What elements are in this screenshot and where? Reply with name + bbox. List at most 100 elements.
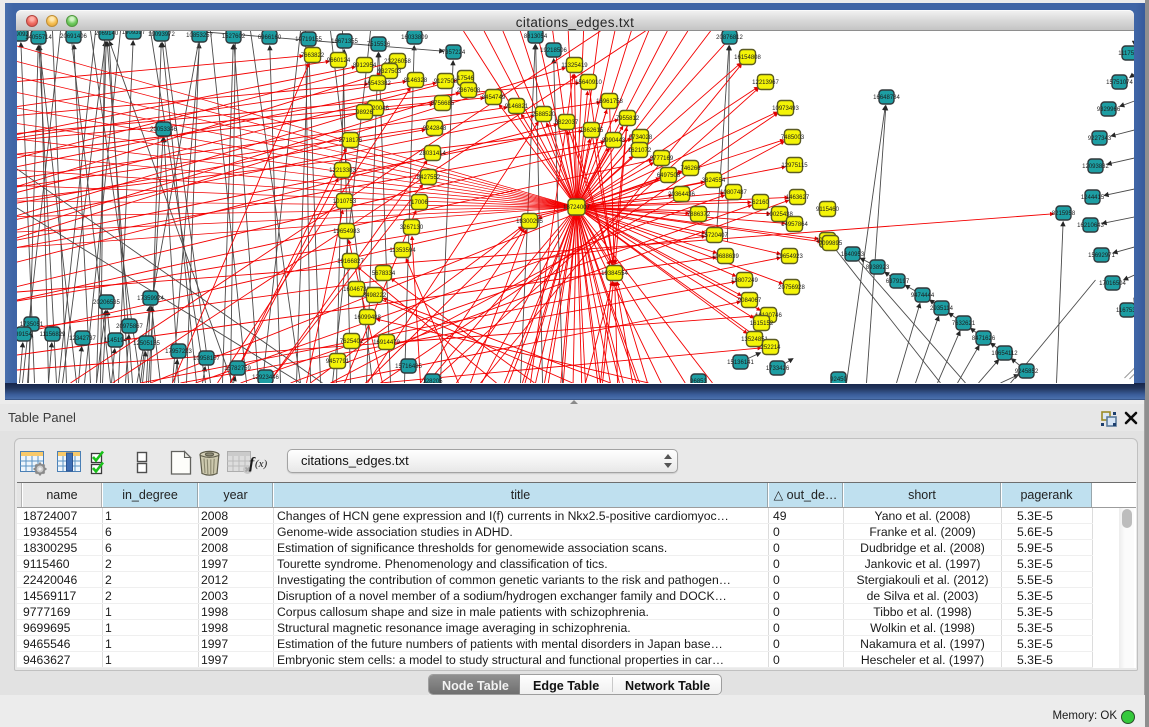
svg-text:16154808: 16154808 [734, 55, 761, 61]
svg-text:7515536: 7515536 [366, 42, 390, 48]
svg-text:(x): (x) [255, 458, 268, 470]
svg-text:7625402: 7625402 [339, 339, 363, 345]
svg-text:2718176: 2718176 [338, 138, 362, 144]
svg-text:14957864: 14957864 [781, 222, 808, 228]
svg-text:20364436: 20364436 [668, 192, 695, 198]
svg-text:11156829: 11156829 [39, 332, 65, 338]
svg-text:28031414: 28031414 [419, 151, 446, 157]
svg-text:1733426: 1733426 [765, 366, 789, 372]
svg-text:7632621: 7632621 [951, 321, 975, 327]
svg-text:8427552: 8427552 [416, 175, 440, 181]
svg-text:8215958: 8215958 [1051, 211, 1075, 217]
svg-text:1621072: 1621072 [627, 148, 651, 154]
svg-text:98926: 98926 [356, 110, 373, 116]
svg-text:1463627: 1463627 [785, 195, 809, 201]
svg-text:20876812: 20876812 [716, 35, 743, 41]
svg-text:16961758: 16961758 [596, 99, 623, 105]
svg-text:14055714: 14055714 [25, 35, 52, 41]
svg-text:9457791: 9457791 [325, 359, 349, 365]
svg-text:16033809: 16033809 [401, 35, 428, 41]
svg-text:10688639: 10688639 [712, 254, 739, 260]
svg-text:1167533: 1167533 [1116, 308, 1134, 314]
svg-text:1909397: 1909397 [121, 31, 145, 36]
svg-text:2935114: 2935114 [930, 306, 954, 312]
svg-text:20691406: 20691406 [60, 34, 87, 40]
svg-text:9777169: 9777169 [649, 156, 673, 162]
svg-text:8813054: 8813054 [523, 34, 547, 40]
svg-text:12213383: 12213383 [329, 168, 356, 174]
svg-text:7886372: 7886372 [686, 212, 710, 218]
svg-text:1615152: 1615152 [749, 321, 773, 327]
svg-text:1527602: 1527602 [221, 34, 245, 40]
svg-text:9327503: 9327503 [377, 69, 401, 75]
svg-text:19384554: 19384554 [601, 271, 628, 277]
svg-text:17546: 17546 [457, 76, 474, 82]
svg-text:15751074: 15751074 [1106, 80, 1133, 86]
svg-text:16782759: 16782759 [224, 366, 251, 372]
svg-text:12975115: 12975115 [781, 163, 808, 169]
svg-text:39154: 39154 [17, 332, 33, 338]
svg-text:19654983: 19654983 [333, 229, 360, 235]
svg-text:1117533: 1117533 [1118, 51, 1134, 57]
svg-text:8471626: 8471626 [971, 336, 995, 342]
svg-text:3498222: 3498222 [362, 293, 386, 299]
svg-text:10719155: 10719155 [295, 37, 322, 43]
svg-text:16099488: 16099488 [354, 315, 381, 321]
svg-text:9115460: 9115460 [816, 207, 840, 213]
svg-text:17359924: 17359924 [137, 296, 164, 302]
svg-text:9660124: 9660124 [326, 58, 350, 64]
svg-text:17016504: 17016504 [1099, 281, 1126, 287]
svg-text:10807487: 10807487 [720, 190, 747, 196]
svg-text:10654112: 10654112 [991, 351, 1018, 357]
svg-text:16671355: 16671355 [331, 39, 358, 45]
svg-text:7485003: 7485003 [780, 135, 804, 141]
svg-text:20756928: 20756928 [778, 285, 805, 291]
svg-text:18300295: 18300295 [516, 219, 543, 225]
svg-text:8912954: 8912954 [352, 63, 376, 69]
svg-text:9242848: 9242848 [422, 126, 446, 132]
svg-text:12505135: 12505135 [133, 341, 160, 347]
svg-text:9084067: 9084067 [737, 298, 761, 304]
svg-text:10958107: 10958107 [193, 356, 220, 362]
svg-text:252214: 252214 [760, 345, 781, 351]
svg-text:10973493: 10973493 [772, 106, 799, 112]
svg-text:9146821: 9146821 [504, 104, 528, 110]
svg-text:12342737: 12342737 [69, 336, 96, 342]
svg-text:12213967: 12213967 [752, 80, 779, 86]
svg-text:92450: 92450 [830, 377, 847, 383]
svg-text:20206535: 20206535 [93, 300, 120, 306]
svg-text:20053346: 20053346 [150, 127, 177, 133]
svg-text:1010753: 1010753 [332, 199, 356, 205]
svg-text:19166827: 19166827 [337, 259, 364, 265]
svg-text:12923446: 12923446 [252, 375, 279, 381]
svg-text:15692971: 15692971 [1088, 253, 1115, 259]
svg-text:128205: 128205 [422, 379, 443, 383]
svg-text:11353594: 11353594 [389, 248, 416, 254]
svg-text:9734028: 9734028 [628, 135, 652, 141]
svg-text:19093972: 19093972 [148, 32, 175, 38]
svg-text:19654923: 19654923 [776, 254, 803, 260]
svg-text:15720407: 15720407 [701, 233, 728, 239]
svg-text:7663822: 7663822 [300, 53, 324, 59]
svg-text:9227343: 9227343 [1087, 136, 1111, 142]
svg-text:6379197: 6379197 [885, 279, 909, 285]
svg-text:3824554: 3824554 [701, 178, 725, 184]
svg-text:2367608: 2367608 [456, 88, 480, 94]
svg-text:10853257: 10853257 [186, 33, 213, 39]
svg-text:1362615: 1362615 [579, 128, 603, 134]
svg-text:8756685: 8756685 [430, 101, 454, 107]
svg-text:15136141: 15136141 [727, 360, 754, 366]
svg-text:6966160: 6966160 [257, 35, 281, 41]
svg-text:2069140: 2069140 [94, 31, 118, 37]
svg-text:16914479: 16914479 [373, 340, 400, 346]
svg-text:62160: 62160 [752, 200, 769, 206]
svg-text:3267130: 3267130 [399, 225, 423, 231]
svg-text:1145194: 1145194 [104, 338, 128, 344]
svg-text:18807249: 18807249 [731, 278, 758, 284]
svg-text:9245852: 9245852 [1014, 369, 1038, 375]
svg-text:20975867: 20975867 [116, 324, 143, 330]
svg-text:8990443: 8990443 [601, 138, 625, 144]
svg-text:17957223: 17957223 [165, 349, 192, 355]
svg-text:9329966: 9329966 [1096, 107, 1120, 113]
svg-text:7955812: 7955812 [615, 116, 639, 122]
